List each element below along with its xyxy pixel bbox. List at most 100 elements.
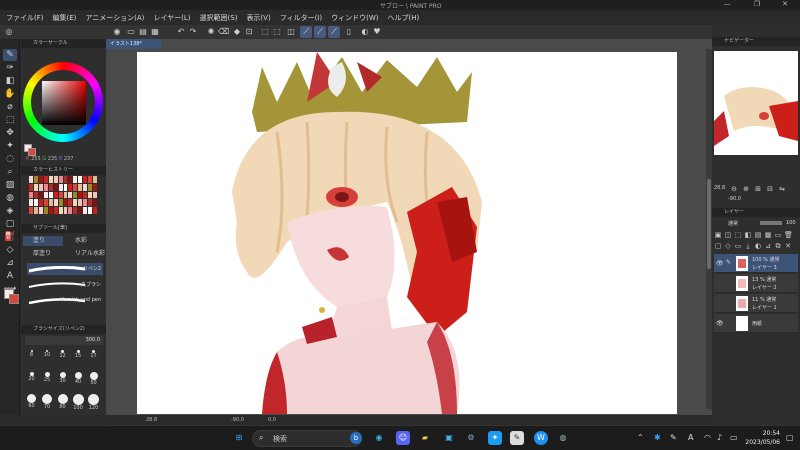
notification-icon[interactable]: ▢ [786,433,794,442]
favorite-icon[interactable]: ♥ [372,27,382,37]
document-tab[interactable]: イラスト138* [106,39,161,49]
color-history-swatch[interactable] [63,183,68,191]
color-history-swatch[interactable] [43,176,48,183]
color-history-swatch[interactable] [73,183,78,191]
color-history-swatch[interactable] [83,176,88,183]
color-history-swatch[interactable] [73,176,78,183]
color-history-swatch[interactable] [58,183,63,191]
pen-tool-icon[interactable]: ✎ [3,49,17,61]
rotation-value[interactable]: -90.0 [231,417,244,423]
color-history-swatch[interactable] [88,183,93,191]
zoom-in-icon[interactable]: ⊕ [742,185,750,193]
sub-color-swatch[interactable] [9,294,19,304]
color-history-swatch[interactable] [43,183,48,191]
color-history-swatch[interactable] [53,191,58,199]
wifi-icon[interactable]: ◠ [704,433,711,442]
new-vector-icon[interactable]: ◇ [724,242,732,250]
discord-icon[interactable]: ☺ [396,431,410,445]
color-history-swatch[interactable] [63,199,68,207]
brush-size-preset[interactable]: 100 [72,394,85,411]
opacity-value[interactable]: 100 [786,220,796,226]
brush-size-preset[interactable]: 120 [87,394,100,411]
brush-item-round[interactable]: 丸ブラシ [27,279,103,291]
layer-row[interactable]: 👁 ✎ 100 % 通常 レイヤー 3 [714,254,798,273]
color-history-swatch[interactable] [58,191,63,199]
settings-icon[interactable]: ⚙ [464,431,478,445]
color-history-swatch[interactable] [38,207,43,214]
color-history-swatch[interactable] [58,176,63,183]
color-history-swatch[interactable] [33,199,38,207]
lasso-tool-icon[interactable]: ◌ [3,153,17,165]
color-history-swatch[interactable] [63,191,68,199]
maximize-button[interactable]: ❐ [742,0,772,10]
color-history-swatch[interactable] [29,176,33,183]
layer-lock-icon[interactable]: ▣ [714,231,722,239]
new-folder-icon[interactable]: ▭ [734,242,742,250]
color-history-swatch[interactable] [48,207,53,214]
color-history-swatch[interactable] [29,183,33,191]
color-history-swatch[interactable] [58,207,63,214]
color-history-swatch[interactable] [29,199,33,207]
wand-tool-icon[interactable]: ✦ [3,140,17,152]
bluetooth-icon[interactable]: ✱ [654,433,661,442]
tab-brush-watercolor[interactable]: 水彩 [65,236,105,246]
layer-mask-icon[interactable]: ◧ [744,231,752,239]
brush-size-preset[interactable]: 15 [72,350,85,364]
color-history-swatch[interactable] [88,199,93,207]
companion-icon[interactable]: ◐ [360,27,370,37]
zoom-value[interactable]: 28.8 [146,417,157,423]
zoom-tool-icon[interactable]: ⌕ [3,166,17,178]
color-history-swatch[interactable] [93,207,97,214]
color-history-swatch[interactable] [93,183,97,191]
layer-row[interactable]: 13 % 通常 レイヤー 2 [714,274,798,293]
duplicate-icon[interactable]: ⧉ [774,242,782,250]
color-saturation-square[interactable] [42,81,86,125]
gradient-tool-icon[interactable]: ▨ [3,179,17,191]
paint-bucket-tool-icon[interactable]: ⛽ [3,231,17,243]
new-file-icon[interactable]: ▭ [126,27,136,37]
clip-studio-icon[interactable]: ◉ [112,27,122,37]
blend-tool-icon[interactable]: ◍ [3,192,17,204]
battery-icon[interactable]: ▭ [730,433,738,442]
color-history-swatch[interactable] [53,176,58,183]
blend-mode-select[interactable]: 通常 [728,220,738,227]
color-history-swatch[interactable] [48,199,53,207]
color-history-swatch[interactable] [38,191,43,199]
minimize-button[interactable]: — [712,0,742,10]
mask-icon[interactable]: ◐ [754,242,762,250]
fit-view-icon[interactable]: ⊞ [754,185,762,193]
color-history-swatch[interactable] [73,199,78,207]
color-history-swatch[interactable] [53,183,58,191]
color-history-swatch[interactable] [33,207,38,214]
color-history-swatch[interactable] [68,176,73,183]
brush-size-preset[interactable]: 12 [56,350,69,364]
new-raster-icon[interactable]: ▢ [714,242,722,250]
layer-draft-icon[interactable]: ▤ [754,231,762,239]
color-history-swatch[interactable] [29,191,33,199]
color-history-swatch[interactable] [93,191,97,199]
layer-reference-icon[interactable]: ⬚ [734,231,742,239]
color-history-swatch[interactable] [29,207,33,214]
menu-window[interactable]: ウィンドウ(W) [331,13,378,23]
layer-color-icon[interactable]: ▦ [764,231,772,239]
color-history-swatch[interactable] [38,183,43,191]
nav-zoom-value[interactable]: 28.8 [714,185,725,191]
taskbar-search[interactable]: ⌕ 検索 [252,430,362,447]
color-history-swatch[interactable] [48,183,53,191]
color-history-swatch[interactable] [58,199,63,207]
sub-color-indicator[interactable] [28,148,36,156]
file-explorer-icon[interactable]: ▰ [418,431,432,445]
stabilizer-2-icon[interactable]: ⟋ [314,26,326,38]
clip-studio-taskbar-icon[interactable]: ✎ [510,431,524,445]
color-history-swatch[interactable] [43,199,48,207]
color-history-swatch[interactable] [78,183,83,191]
close-button[interactable]: ✕ [770,0,800,10]
color-history-swatch[interactable] [68,207,73,214]
color-history-swatch[interactable] [83,207,88,214]
color-history-swatch[interactable] [38,176,43,183]
color-history-swatch[interactable] [43,191,48,199]
brush-item-repen2[interactable]: リペン2 [27,263,103,275]
menu-selection[interactable]: 選択範囲(S) [200,13,238,23]
menu-layer[interactable]: レイヤー(L) [153,13,190,23]
tab-brush-real-watercolor[interactable]: リアル水彩 [65,249,105,259]
